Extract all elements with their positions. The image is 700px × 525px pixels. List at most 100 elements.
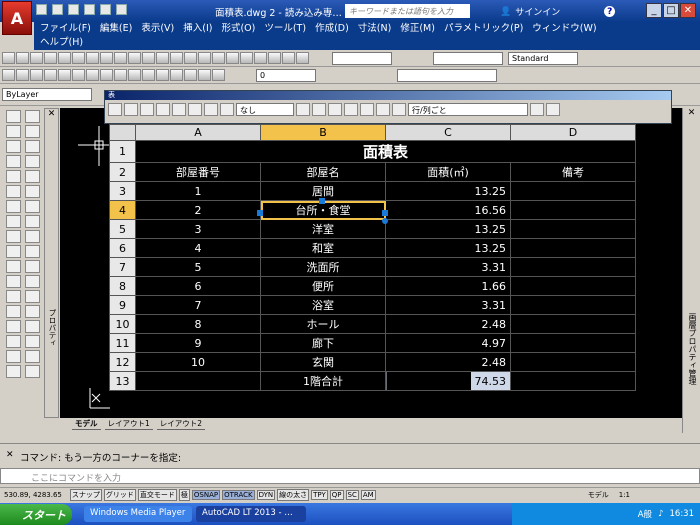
table-cell[interactable]: 洋室 <box>260 219 386 239</box>
text-style-combo[interactable]: Standard <box>508 51 578 65</box>
row-number[interactable]: 7 <box>109 257 136 277</box>
status-toggle[interactable]: DYN <box>256 489 276 500</box>
design-center-icon[interactable] <box>240 52 253 64</box>
row-number[interactable]: 13 <box>109 371 136 391</box>
close-icon[interactable]: ✕ <box>6 450 14 460</box>
paste-icon[interactable] <box>114 52 127 64</box>
layer-icon[interactable] <box>212 69 225 81</box>
publish-icon[interactable] <box>72 52 85 64</box>
undo-icon[interactable] <box>116 4 127 15</box>
header-cell[interactable]: 部屋名 <box>260 162 386 182</box>
ellipse-icon[interactable] <box>25 245 40 258</box>
delete-column-icon[interactable] <box>188 103 202 116</box>
cut-icon[interactable] <box>86 52 99 64</box>
table-icon[interactable] <box>156 69 169 81</box>
table-title[interactable]: 面積表 <box>135 140 636 163</box>
table-cell[interactable]: 9 <box>135 333 261 353</box>
unmerge-cells-icon[interactable] <box>220 103 234 116</box>
row-number[interactable]: 4 <box>109 200 136 220</box>
menu-item-9[interactable]: パラメトリック(P) <box>444 22 523 36</box>
table-cell[interactable]: 16.56 <box>385 200 511 220</box>
arc-icon[interactable] <box>72 69 85 81</box>
circle-icon[interactable] <box>25 200 40 213</box>
application-logo[interactable]: A <box>2 1 32 35</box>
table-cell[interactable]: 玄関 <box>260 352 386 372</box>
insert-row-above-icon[interactable] <box>108 103 122 116</box>
undo-icon[interactable] <box>142 52 155 64</box>
color-combo[interactable] <box>332 51 392 65</box>
markup-icon[interactable] <box>282 52 295 64</box>
hatch-icon[interactable] <box>25 305 40 318</box>
help-icon[interactable]: ? <box>604 6 616 17</box>
row-number[interactable]: 9 <box>109 295 136 315</box>
bylayer-combo[interactable]: ByLayer <box>2 88 92 101</box>
column-header[interactable]: D <box>510 124 636 141</box>
taskbar-item-media-player[interactable]: Windows Media Player <box>84 506 192 522</box>
gradient-icon[interactable] <box>25 320 40 333</box>
new-icon[interactable] <box>2 52 15 64</box>
insert-block-icon[interactable] <box>344 103 358 116</box>
status-toggle[interactable]: OTRACK <box>222 489 255 500</box>
polygon-icon[interactable] <box>44 69 57 81</box>
array-icon[interactable] <box>6 185 21 198</box>
start-button[interactable]: スタート <box>0 504 72 525</box>
mirror-icon[interactable] <box>6 155 21 168</box>
row-column-combo[interactable]: 行/列ごと <box>408 103 528 116</box>
sheet-set-icon[interactable] <box>268 52 281 64</box>
close-icon[interactable]: ✕ <box>45 109 58 119</box>
rectangle-icon[interactable] <box>25 170 40 183</box>
table-cell[interactable]: 3 <box>135 219 261 239</box>
insert-column-right-icon[interactable] <box>172 103 186 116</box>
zoom-previous-icon[interactable] <box>212 52 225 64</box>
leader-icon[interactable] <box>198 69 211 81</box>
table-cell[interactable]: 10 <box>135 352 261 372</box>
explode-icon[interactable] <box>6 350 21 363</box>
menu-item-4[interactable]: 形式(O) <box>221 22 255 36</box>
menu-item-8[interactable]: 修正(M) <box>400 22 435 36</box>
table-cell[interactable]: 2.48 <box>385 352 511 372</box>
layout-tab-1[interactable]: レイアウト1 <box>104 418 153 430</box>
model-space-label[interactable]: モデル <box>588 490 609 500</box>
total-cell[interactable]: 74.53 <box>385 371 511 391</box>
row-number[interactable]: 8 <box>109 276 136 296</box>
table-cell[interactable]: 13.25 <box>385 181 511 201</box>
status-toggle[interactable]: QP <box>329 489 344 500</box>
cell-grip[interactable] <box>257 210 263 216</box>
menu-item-0[interactable]: ファイル(F) <box>40 22 91 36</box>
polyline-icon[interactable] <box>30 69 43 81</box>
layer-state-combo[interactable] <box>397 68 497 82</box>
search-input[interactable]: キーワードまたは語句を入力 <box>345 4 470 18</box>
xline-icon[interactable] <box>25 125 40 138</box>
arc-icon[interactable] <box>25 185 40 198</box>
rectangle-icon[interactable] <box>58 69 71 81</box>
lock-icon[interactable] <box>312 103 326 116</box>
new-file-icon[interactable] <box>36 4 47 15</box>
menu-item-3[interactable]: 挿入(I) <box>183 22 212 36</box>
table-cell[interactable]: 4 <box>135 238 261 258</box>
make-block-icon[interactable] <box>25 275 40 288</box>
menu-item-2[interactable]: 表示(V) <box>141 22 174 36</box>
preview-icon[interactable] <box>58 52 71 64</box>
menu-item-1[interactable]: 編集(E) <box>100 22 132 36</box>
table-cell[interactable] <box>510 257 636 277</box>
menu-item-help[interactable]: ヘルプ(H) <box>40 36 83 50</box>
mtext-icon[interactable] <box>6 365 21 378</box>
status-toggle[interactable]: 極 <box>178 488 190 501</box>
row-number[interactable]: 3 <box>109 181 136 201</box>
copy-icon[interactable] <box>100 52 113 64</box>
table-cell[interactable] <box>510 238 636 258</box>
menu-item-6[interactable]: 作成(D) <box>315 22 349 36</box>
ime-indicator[interactable]: A般 <box>638 508 652 520</box>
revcloud-icon[interactable] <box>25 215 40 228</box>
total-cell[interactable]: 1階合計 <box>260 371 386 391</box>
table-cell[interactable]: 便所 <box>260 276 386 296</box>
drawing-canvas[interactable]: A B C D 1 面積表 2 部屋番号 部屋名 面積(㎡) 備考 3 1 居間 13.25 4 2 台所・食堂 1… <box>60 108 682 420</box>
column-header[interactable]: C <box>385 124 511 141</box>
total-cell[interactable] <box>510 371 636 391</box>
row-number[interactable]: 12 <box>109 352 136 372</box>
chamfer-icon[interactable] <box>6 320 21 333</box>
region-icon[interactable] <box>25 335 40 348</box>
spline-icon[interactable] <box>100 69 113 81</box>
merge-cells-icon[interactable] <box>204 103 218 116</box>
text-icon[interactable] <box>25 365 40 378</box>
